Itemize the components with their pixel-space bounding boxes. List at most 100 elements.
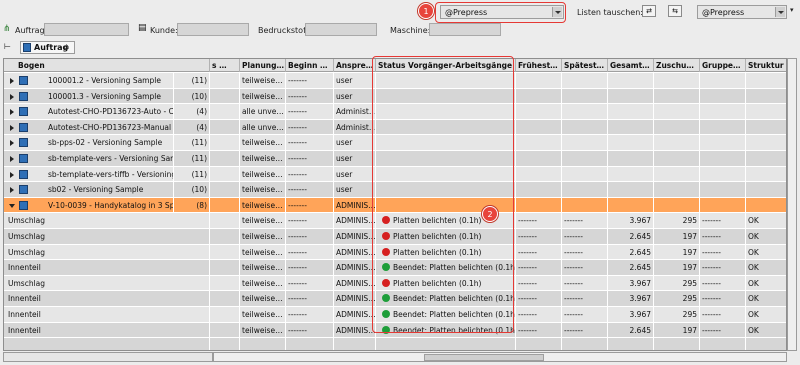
table-cell: OK bbox=[746, 307, 786, 322]
column-header[interactable]: Planung… bbox=[240, 59, 286, 72]
column-header[interactable]: Zuschu… bbox=[654, 59, 700, 72]
table-cell: OK bbox=[746, 291, 786, 306]
maschine-field[interactable] bbox=[429, 23, 501, 36]
table-cell: OK bbox=[746, 276, 786, 291]
listen-tauschen-label: Listen tauschen: bbox=[577, 8, 643, 17]
table-cell: OK bbox=[746, 245, 786, 260]
prepress-combo-2[interactable]: @Prepress bbox=[697, 5, 787, 19]
column-header[interactable]: Frühest… bbox=[516, 59, 562, 72]
table-cell: ------- bbox=[516, 275, 562, 291]
column-header[interactable]: Bogen bbox=[4, 59, 210, 72]
horizontal-scrollbar[interactable] bbox=[213, 352, 787, 362]
table-cell: 2.645 bbox=[608, 322, 654, 338]
table-cell: OK bbox=[746, 213, 786, 228]
table-cell bbox=[562, 104, 608, 120]
table-cell: ------- bbox=[700, 307, 746, 322]
auftrag-field[interactable] bbox=[44, 23, 129, 36]
vertical-scrollbar[interactable] bbox=[787, 58, 797, 351]
more-icon[interactable]: ▾ bbox=[790, 6, 794, 14]
prepress-combo-value: @Prepress bbox=[445, 8, 488, 17]
table-cell: ADMINIS… bbox=[334, 260, 376, 276]
table-cell: ------- bbox=[516, 322, 562, 338]
table-cell bbox=[562, 166, 608, 182]
table-cell bbox=[516, 73, 562, 88]
table-cell: ------- bbox=[286, 151, 334, 166]
table-cell bbox=[210, 166, 240, 182]
prepress-combo[interactable]: @Prepress bbox=[440, 5, 564, 19]
table-cell bbox=[562, 73, 608, 88]
column-header[interactable]: Anspre… bbox=[334, 59, 376, 72]
table-cell: ------- bbox=[562, 275, 608, 291]
table-cell bbox=[654, 104, 700, 120]
table-cell: user bbox=[334, 88, 376, 104]
column-header[interactable]: Spätest… bbox=[562, 59, 608, 72]
table-cell: sb-template-vers-tiffb - Versioning Samp… bbox=[4, 166, 174, 182]
table-cell: 3.967 bbox=[608, 307, 654, 322]
table-cell bbox=[700, 182, 746, 198]
count-cell: (8) bbox=[182, 197, 210, 213]
table-cell: 3.967 bbox=[608, 291, 654, 307]
column-header[interactable]: Gesamt… bbox=[608, 59, 654, 72]
table-cell bbox=[210, 260, 240, 276]
table-cell bbox=[210, 244, 240, 260]
table-cell: user bbox=[334, 73, 376, 88]
table-cell: 2.645 bbox=[608, 229, 654, 244]
table-cell: 3.967 bbox=[608, 213, 654, 229]
table-cell bbox=[516, 197, 562, 213]
swap-list-icon-1[interactable]: ⇄ bbox=[642, 5, 656, 17]
table-cell: teilweise… bbox=[240, 307, 286, 322]
table-cell bbox=[746, 198, 786, 213]
table-cell: Administ… bbox=[334, 119, 376, 135]
table-cell: alle unve… bbox=[240, 104, 286, 120]
swap-list-icon-2[interactable]: ⇆ bbox=[668, 5, 682, 17]
table-cell bbox=[562, 119, 608, 135]
table-cell: Umschlag bbox=[4, 275, 210, 291]
table-cell: teilweise… bbox=[240, 73, 286, 88]
horizontal-scroll-thumb[interactable] bbox=[424, 354, 544, 361]
table-cell: Innenteil bbox=[4, 260, 210, 276]
table-cell: ------- bbox=[286, 197, 334, 213]
tree-icon: ⋔ bbox=[3, 24, 11, 34]
left-scroll-area bbox=[3, 352, 213, 362]
table-cell: sb-pps-02 - Versioning Sample bbox=[4, 135, 174, 151]
table-cell: ------- bbox=[286, 322, 334, 338]
table-cell: ADMINIS… bbox=[334, 197, 376, 213]
column-header[interactable]: s … bbox=[210, 59, 240, 72]
table-cell: ------- bbox=[516, 307, 562, 322]
table-cell bbox=[210, 275, 240, 291]
table-cell: 197 bbox=[654, 244, 700, 260]
table-cell bbox=[746, 182, 786, 197]
table-cell bbox=[654, 73, 700, 88]
table-cell bbox=[746, 120, 786, 135]
table-row[interactable] bbox=[4, 338, 786, 350]
bedruckstoff-field[interactable] bbox=[305, 23, 377, 36]
table-cell bbox=[608, 88, 654, 104]
table-cell: teilweise… bbox=[240, 88, 286, 104]
table-cell bbox=[376, 338, 516, 350]
table-cell bbox=[654, 166, 700, 182]
column-header[interactable]: Beginn … bbox=[286, 59, 334, 72]
pin-icon[interactable]: ⌂ bbox=[64, 42, 69, 51]
table-cell: ADMINIS… bbox=[334, 307, 376, 322]
table-cell bbox=[286, 338, 334, 350]
prepress-combo-2-value: @Prepress bbox=[702, 8, 745, 17]
table-cell: 197 bbox=[654, 229, 700, 244]
column-header[interactable]: Gruppe… bbox=[700, 59, 746, 72]
table-cell bbox=[608, 151, 654, 166]
kunde-field[interactable] bbox=[177, 23, 249, 36]
count-cell: (11) bbox=[182, 135, 210, 151]
table-cell bbox=[562, 182, 608, 198]
column-header[interactable]: Struktur bbox=[746, 59, 786, 72]
table-cell: user bbox=[334, 151, 376, 166]
table-cell bbox=[210, 135, 240, 151]
table-cell bbox=[654, 119, 700, 135]
table-cell: 197 bbox=[654, 322, 700, 338]
count-cell: (10) bbox=[182, 182, 210, 198]
table-cell bbox=[700, 135, 746, 151]
table-cell bbox=[608, 119, 654, 135]
table-cell: ------- bbox=[700, 275, 746, 291]
table-cell: ADMINIS… bbox=[334, 322, 376, 338]
table-cell: ------- bbox=[562, 229, 608, 244]
table-cell bbox=[4, 338, 210, 350]
table-cell bbox=[608, 73, 654, 88]
